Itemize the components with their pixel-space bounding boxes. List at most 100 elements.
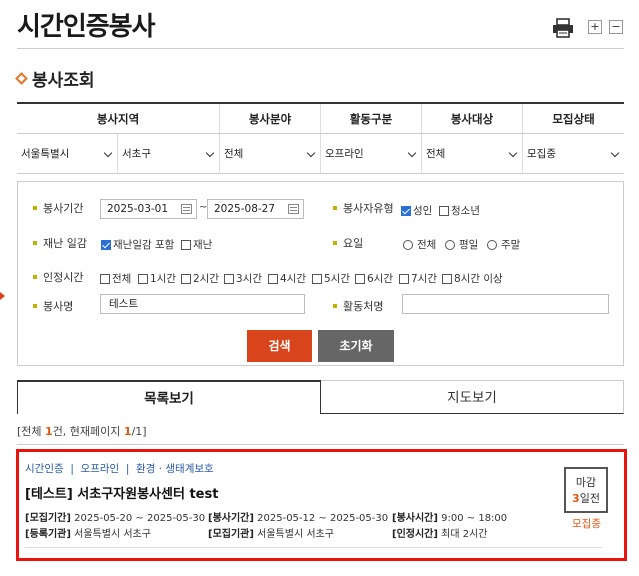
- checkbox-icon[interactable]: [181, 239, 191, 250]
- recruit-period-label: [모집기간]: [25, 513, 71, 524]
- date-to-input[interactable]: 2025-08-27: [207, 199, 304, 219]
- deadline-badge: 마감 3일전: [564, 467, 608, 513]
- day-all-radio[interactable]: 전체: [403, 237, 436, 252]
- region-city-select[interactable]: 서울특별시: [17, 134, 118, 174]
- search-button[interactable]: 검색: [247, 330, 312, 362]
- checkbox-icon[interactable]: [355, 273, 365, 284]
- bullet-icon: [33, 275, 37, 279]
- zoom-out-button[interactable]: −: [609, 20, 623, 34]
- region-district-select[interactable]: 서초구: [118, 134, 220, 174]
- volunteer-name-input[interactable]: 테스트: [100, 294, 305, 314]
- tab-map-view[interactable]: 지도보기: [321, 380, 624, 414]
- hours-option-label: 전체: [112, 273, 132, 285]
- filter-header-row: 봉사지역 봉사분야 활동구분 봉사대상 모집상태: [17, 104, 624, 134]
- checkbox-icon[interactable]: [181, 273, 191, 284]
- zoom-in-button[interactable]: +: [588, 20, 602, 34]
- tab-list-view[interactable]: 목록보기: [17, 380, 321, 414]
- date-to-value: 2025-08-27: [214, 203, 276, 215]
- hours-label-text: 인정시간: [43, 271, 84, 284]
- radio-icon[interactable]: [445, 239, 455, 250]
- hours-2-checkbox[interactable]: 2시간: [181, 271, 219, 286]
- hours-option-label: 1시간: [150, 273, 177, 285]
- chevron-down-icon: [407, 148, 417, 158]
- checkbox-icon[interactable]: [268, 273, 278, 284]
- radio-icon[interactable]: [487, 239, 497, 250]
- hours-5-checkbox[interactable]: 5시간: [312, 271, 350, 286]
- target-value: 전체: [426, 148, 446, 160]
- status-value: 모집중: [527, 148, 556, 160]
- calendar-icon[interactable]: [181, 204, 192, 214]
- service-period: [봉사기간] 2025-05-12 ~ 2025-05-30: [208, 509, 388, 524]
- bullet-icon: [33, 206, 37, 210]
- checkbox-icon[interactable]: [312, 273, 322, 284]
- day-weekend-radio[interactable]: 주말: [487, 237, 520, 252]
- hours-option-label: 3시간: [236, 273, 263, 285]
- filter-header-region: 봉사지역: [17, 104, 220, 133]
- hours-4-checkbox[interactable]: 4시간: [268, 271, 306, 286]
- place-name-input[interactable]: [402, 294, 609, 314]
- period-label-text: 봉사기간: [43, 202, 84, 215]
- checkbox-checked-icon[interactable]: [101, 239, 111, 250]
- hours-3-checkbox[interactable]: 3시간: [224, 271, 262, 286]
- checkbox-icon[interactable]: [442, 273, 452, 284]
- card-divider: [25, 547, 602, 548]
- recruit-org-label: [모집기관]: [208, 529, 254, 540]
- result-count-mid: 건, 현재페이지: [52, 425, 124, 438]
- hours-7-checkbox[interactable]: 7시간: [399, 271, 437, 286]
- type-youth-checkbox[interactable]: 청소년: [439, 203, 480, 218]
- day-weekday-radio[interactable]: 평일: [445, 237, 478, 252]
- deadline-title: 마감: [575, 476, 597, 489]
- status-badge: 모집중: [572, 518, 601, 530]
- hours-6-checkbox[interactable]: 6시간: [355, 271, 393, 286]
- register-org-label: [등록기관]: [25, 529, 71, 540]
- hours-1-checkbox[interactable]: 1시간: [138, 271, 176, 286]
- checkbox-icon[interactable]: [224, 273, 234, 284]
- day-label-text: 요일: [343, 237, 364, 250]
- chevron-down-icon: [205, 148, 215, 158]
- chevron-down-icon: [610, 148, 620, 158]
- disaster-label: 재난 일감: [33, 235, 87, 251]
- diamond-bullet-icon: [15, 72, 28, 85]
- cert-hours-value: 최대 2시간: [441, 529, 488, 540]
- checkbox-icon[interactable]: [439, 205, 449, 216]
- target-select[interactable]: 전체: [422, 134, 523, 174]
- print-icon[interactable]: [552, 18, 574, 38]
- hours-all-checkbox[interactable]: 전체: [100, 271, 131, 286]
- radio-icon[interactable]: [403, 239, 413, 250]
- bullet-icon: [333, 304, 337, 308]
- filter-select-row: 서울특별시 서초구 전체 오프라인 전체 모집중: [17, 134, 624, 174]
- checkbox-icon[interactable]: [100, 273, 110, 284]
- date-from-input[interactable]: 2025-03-01: [100, 199, 197, 219]
- service-period-value: 2025-05-12 ~ 2025-05-30: [257, 513, 389, 524]
- register-org-value: 서울특별시 서초구: [74, 529, 151, 540]
- checkbox-icon[interactable]: [399, 273, 409, 284]
- chevron-down-icon: [306, 148, 316, 158]
- list-item[interactable]: 시간인증 | 오프라인 | 환경 · 생태계보호 [테스트] 서초구자원봉사센터…: [16, 449, 627, 561]
- name-label: 봉사명: [33, 298, 73, 314]
- hours-option-label: 8시간 이상: [454, 273, 503, 285]
- field-select[interactable]: 전체: [220, 134, 321, 174]
- bullet-icon: [33, 304, 37, 308]
- hours-option-label: 4시간: [280, 273, 307, 285]
- filter-header-field: 봉사분야: [220, 104, 321, 133]
- disaster-include-checkbox[interactable]: 재난일감 포함: [101, 237, 174, 252]
- calendar-icon[interactable]: [288, 204, 299, 214]
- filter-table: 봉사지역 봉사분야 활동구분 봉사대상 모집상태 서울특별시 서초구 전체 오프…: [17, 102, 624, 174]
- filter-header-activity: 활동구분: [321, 104, 422, 133]
- checkbox-checked-icon[interactable]: [401, 205, 411, 216]
- card-category: 시간인증 | 오프라인 | 환경 · 생태계보호: [25, 463, 214, 475]
- result-total: 1: [45, 425, 53, 438]
- service-time-value: 9:00 ~ 18:00: [441, 513, 508, 524]
- hours-label: 인정시간: [33, 269, 83, 285]
- checkbox-icon[interactable]: [138, 273, 148, 284]
- bullet-icon: [333, 206, 337, 210]
- status-select[interactable]: 모집중: [523, 134, 624, 174]
- hours-8plus-checkbox[interactable]: 8시간 이상: [442, 271, 503, 286]
- activity-select[interactable]: 오프라인: [321, 134, 422, 174]
- cert-hours-label: [인정시간]: [392, 529, 438, 540]
- place-label: 활동처명: [333, 298, 383, 314]
- disaster-only-checkbox[interactable]: 재난: [181, 237, 212, 252]
- reset-button[interactable]: 초기화: [318, 330, 394, 362]
- card-title[interactable]: [테스트] 서초구자원봉사센터 test: [25, 483, 218, 502]
- type-adult-checkbox[interactable]: 성인: [401, 203, 432, 218]
